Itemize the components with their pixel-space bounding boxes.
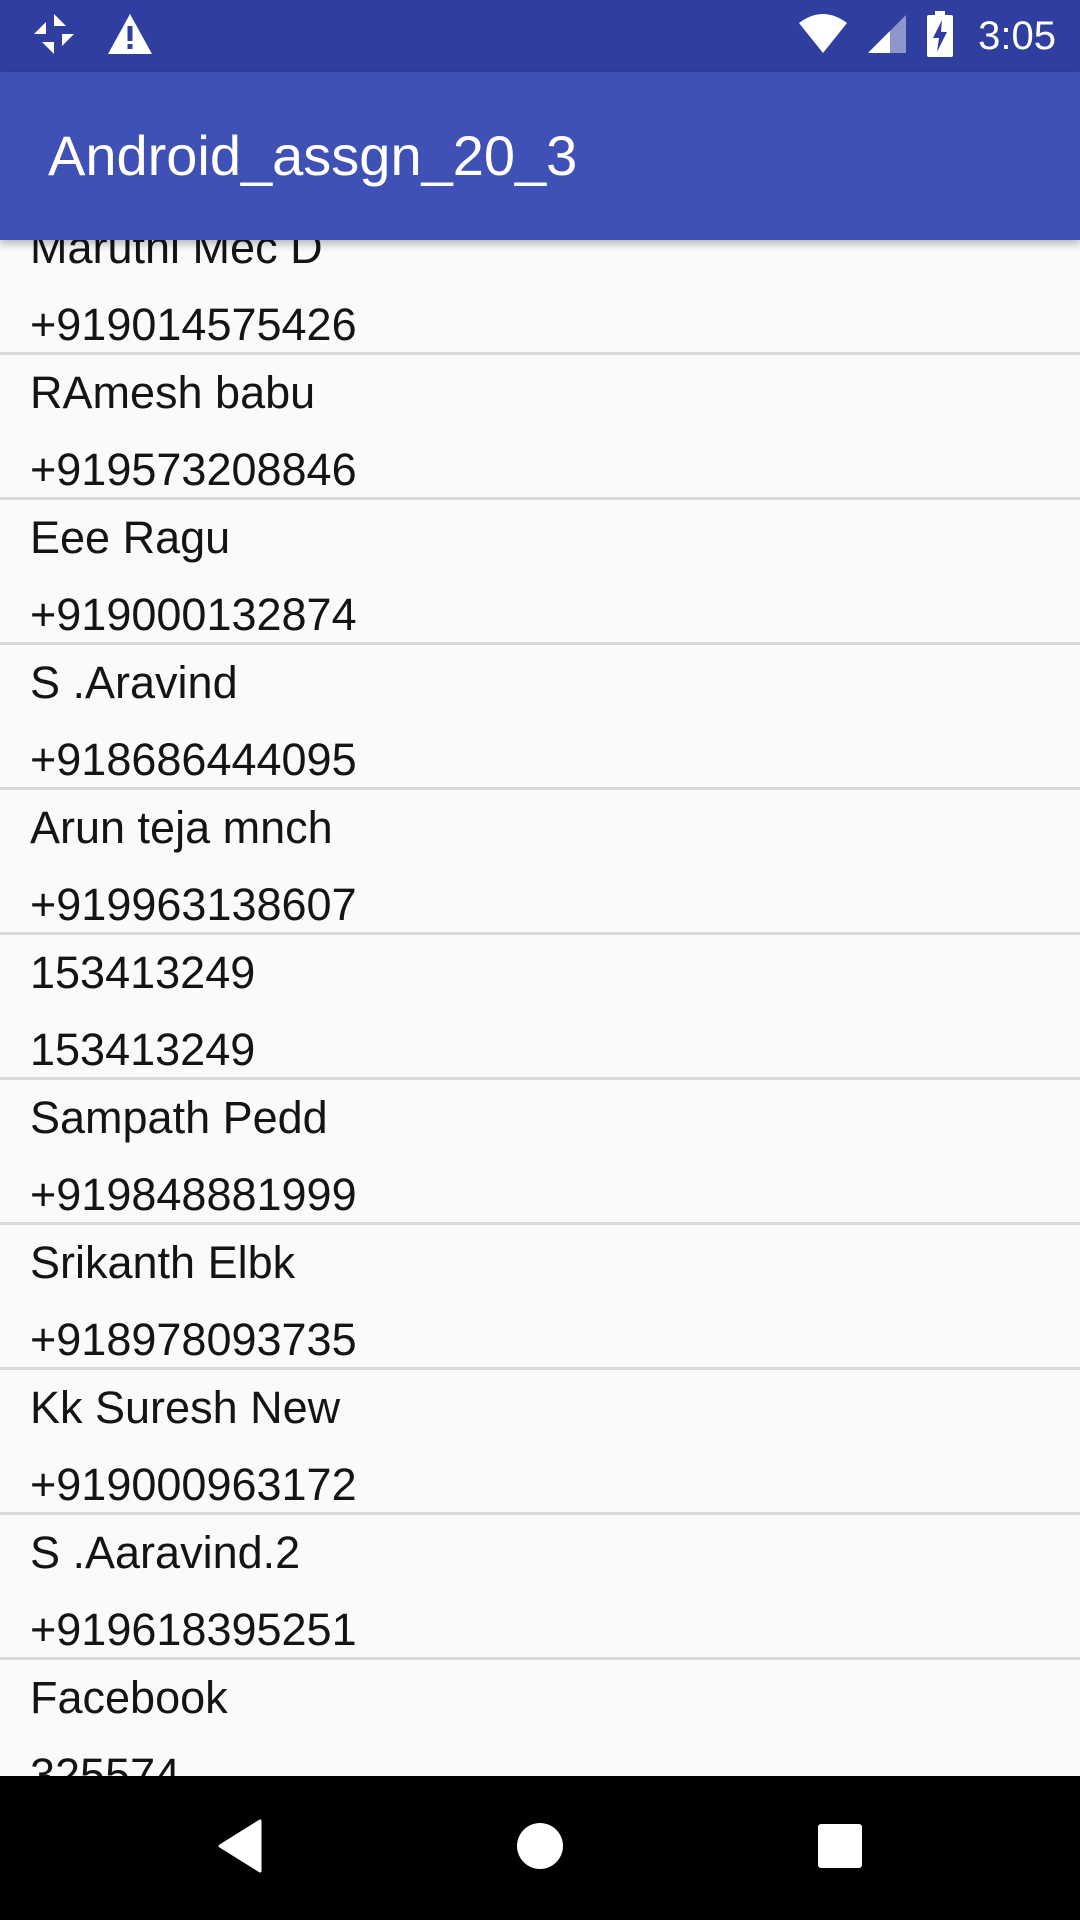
contact-row[interactable]: Facebook 325574: [0, 1660, 1080, 1776]
contact-phone: +919000132874: [30, 589, 357, 640]
contact-name: Sampath Pedd: [30, 1092, 328, 1143]
contact-phone: +919014575426: [30, 299, 357, 350]
navigation-bar: [0, 1776, 1080, 1920]
contact-row[interactable]: RAmesh babu +919573208846: [0, 355, 1080, 500]
contact-row[interactable]: Kk Suresh New +919000963172: [0, 1370, 1080, 1515]
recents-button[interactable]: [804, 1812, 876, 1884]
contact-list-content: Maruthi Mec D +919014575426 RAmesh babu …: [0, 240, 1080, 1776]
contact-phone: +919000963172: [30, 1459, 357, 1510]
contact-row[interactable]: Srikanth Elbk +918978093735: [0, 1225, 1080, 1370]
cell-signal-icon: [866, 13, 908, 60]
contact-name: Srikanth Elbk: [30, 1237, 296, 1288]
contact-phone: +919618395251: [30, 1604, 357, 1655]
contact-phone: +918686444095: [30, 734, 357, 785]
contact-name: Facebook: [30, 1672, 228, 1723]
contact-name: RAmesh babu: [30, 367, 316, 418]
recents-icon: [817, 1823, 863, 1874]
contact-phone: 325574: [30, 1749, 181, 1776]
contact-name: Maruthi Mec D: [30, 240, 323, 273]
back-icon: [216, 1819, 264, 1878]
home-button[interactable]: [504, 1812, 576, 1884]
status-bar: 3:05: [0, 0, 1080, 72]
contact-phone: +918978093735: [30, 1314, 357, 1365]
contact-name: Kk Suresh New: [30, 1382, 341, 1433]
contact-row[interactable]: S .Aravind +918686444095: [0, 645, 1080, 790]
warning-icon: [106, 12, 154, 61]
contact-list[interactable]: Maruthi Mec D +919014575426 RAmesh babu …: [0, 240, 1080, 1776]
pinwheel-icon: [32, 12, 76, 61]
contact-row[interactable]: Eee Ragu +919000132874: [0, 500, 1080, 645]
contact-phone: +919848881999: [30, 1169, 357, 1220]
contact-row[interactable]: 153413249 153413249: [0, 935, 1080, 1080]
contact-name: Eee Ragu: [30, 512, 231, 563]
battery-charging-icon: [926, 10, 954, 62]
contact-name: 153413249: [30, 947, 256, 998]
contact-row[interactable]: Arun teja mnch +919963138607: [0, 790, 1080, 935]
status-left-icons: [32, 12, 154, 60]
back-button[interactable]: [204, 1812, 276, 1884]
contact-name: S .Aaravind.2: [30, 1527, 301, 1578]
status-right-icons: 3:05: [798, 10, 1056, 62]
app-bar: Android_assgn_20_3: [0, 72, 1080, 240]
contact-name: S .Aravind: [30, 657, 238, 708]
status-clock: 3:05: [978, 13, 1056, 58]
contact-row[interactable]: S .Aaravind.2 +919618395251: [0, 1515, 1080, 1660]
contact-phone: +919963138607: [30, 879, 357, 930]
wifi-icon: [798, 13, 848, 60]
contact-phone: 153413249: [30, 1024, 256, 1075]
app-title: Android_assgn_20_3: [48, 124, 578, 187]
contact-row[interactable]: Maruthi Mec D +919014575426: [0, 240, 1080, 355]
contact-name: Arun teja mnch: [30, 802, 333, 853]
contact-row[interactable]: Sampath Pedd +919848881999: [0, 1080, 1080, 1225]
contact-phone: +919573208846: [30, 444, 357, 495]
home-icon: [515, 1821, 565, 1876]
